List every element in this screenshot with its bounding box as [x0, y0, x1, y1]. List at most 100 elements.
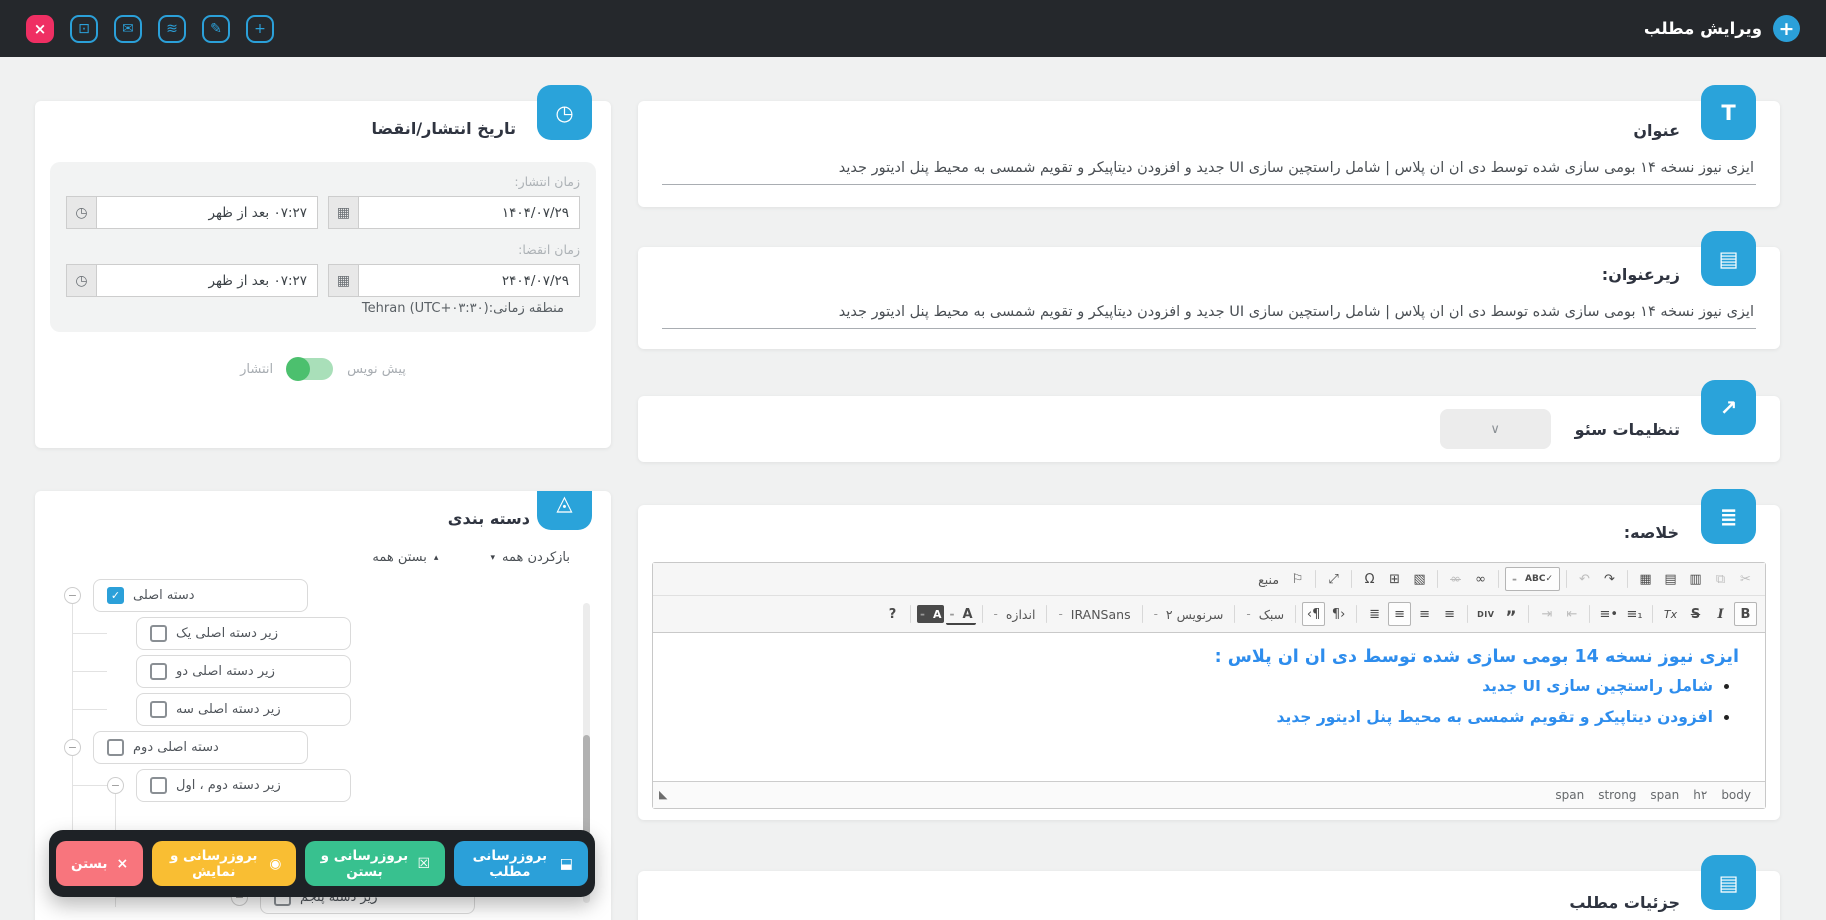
element-path-item[interactable]: body [1721, 788, 1751, 802]
image-button[interactable]: ▧ [1408, 567, 1431, 591]
subtitle-input[interactable] [662, 298, 1756, 329]
link-button[interactable]: ∞ [1469, 567, 1492, 591]
category-item[interactable]: ✓ دسته اصلی دوم [93, 731, 308, 764]
source-button[interactable]: منبع [1253, 567, 1284, 591]
category-checkbox[interactable]: ✓ [107, 587, 124, 604]
toolbar-separator [1315, 570, 1316, 588]
clock-addon-icon[interactable]: ◷ [66, 264, 97, 297]
italic-button[interactable]: I [1709, 602, 1732, 626]
publish-date-input[interactable] [359, 196, 580, 229]
category-item[interactable]: ✓ دسته اصلی [93, 579, 308, 612]
category-checkbox[interactable]: ✓ [150, 625, 167, 642]
publish-toggle-row: پیش نویس انتشار [35, 358, 611, 380]
category-checkbox[interactable]: ✓ [150, 777, 167, 794]
size-dropdown[interactable]: اندازه [989, 602, 1041, 626]
update-and-close-button[interactable]: ☒ بروزرسانی و بستن [305, 841, 445, 886]
subtitle-card-label: زیرعنوان: [662, 265, 1680, 284]
maximize-button[interactable]: ⤢ [1322, 567, 1345, 591]
paste-text-button[interactable]: ▤ [1659, 567, 1682, 591]
publish-toggle[interactable] [287, 358, 333, 380]
button-icon: ☒ [417, 856, 430, 872]
special-char-button[interactable]: Ω [1358, 567, 1381, 591]
expire-time-label: زمان انقضا: [66, 242, 580, 257]
about-button[interactable]: ? [881, 602, 904, 626]
close-button[interactable]: × بستن [56, 841, 143, 886]
element-path-item[interactable]: strong [1598, 788, 1636, 802]
justify-button[interactable]: ≣ [1363, 602, 1386, 626]
category-item[interactable]: ✓ زیر دسته اصلی یک [136, 617, 351, 650]
format-dropdown[interactable]: سرنویس ۲ [1149, 602, 1229, 626]
collapse-node-icon[interactable]: − [107, 777, 124, 794]
align-center-button[interactable]: ≡ [1413, 602, 1436, 626]
shapes-icon: ◬ [537, 491, 592, 530]
monitor-icon[interactable]: ⊡ [70, 15, 98, 43]
expand-all-link[interactable]: بازکردن همه ▾ [490, 550, 570, 565]
cut-button: ✂ [1734, 567, 1757, 591]
bidi-rtl-button[interactable]: ‹¶ [1302, 602, 1325, 626]
text-color-button[interactable]: A [946, 605, 975, 625]
publish-time-input[interactable] [97, 196, 318, 229]
category-item[interactable]: ✓ زیر دسته اصلی سه [136, 693, 351, 726]
strikethrough-button[interactable]: S [1684, 602, 1707, 626]
expire-time-input[interactable] [97, 264, 318, 297]
font-dropdown[interactable]: IRANSans [1053, 602, 1135, 626]
chevron-down-icon: ∨ [1490, 421, 1500, 437]
category-checkbox[interactable]: ✓ [150, 701, 167, 718]
styles-dropdown[interactable]: سبک [1241, 602, 1289, 626]
collapse-node-icon[interactable]: − [64, 739, 81, 756]
publish-inputs-row: ▦ ◷ [66, 196, 580, 229]
element-path-item[interactable]: span [1555, 788, 1584, 802]
unlink-button: ∞ [1444, 567, 1467, 591]
blockquote-button[interactable]: ” [1499, 602, 1522, 626]
category-checkbox[interactable]: ✓ [150, 663, 167, 680]
paste-word-button[interactable]: ▦ [1634, 567, 1657, 591]
element-path-item[interactable]: span [1650, 788, 1679, 802]
paste-button[interactable]: ▥ [1684, 567, 1707, 591]
close-icon[interactable]: × [26, 15, 54, 43]
div-container-button[interactable]: DIV [1474, 602, 1497, 626]
edit-icon[interactable]: ✎ [202, 15, 230, 43]
chat-icon[interactable]: ✉ [114, 15, 142, 43]
spellcheck-dropdown[interactable]: ABC✓ [1505, 567, 1560, 591]
numbered-list-button[interactable]: ≡₁ [1623, 602, 1646, 626]
category-checkbox[interactable]: ✓ [107, 739, 124, 756]
update-post-button[interactable]: ⬓ بروزرسانی مطلب [454, 841, 588, 886]
undo-button[interactable]: ↷ [1598, 567, 1621, 591]
collapse-node-icon[interactable]: − [64, 587, 81, 604]
add-post-icon[interactable]: + [1773, 15, 1800, 42]
redo-button: ↶ [1573, 567, 1596, 591]
collapse-all-link[interactable]: ▴ بستن همه [372, 550, 438, 565]
editor-toolbar-row1: ✂ ⧉ ▥ ▤ ▦ ↷ ↶ [653, 563, 1765, 596]
element-path: span strong span h۲ body [1555, 788, 1751, 802]
anchor-icon[interactable]: ⚐ [1286, 567, 1309, 591]
align-left-button[interactable]: ≡ [1388, 602, 1411, 626]
bold-button[interactable]: B [1734, 602, 1757, 626]
tree-scrollbar-thumb[interactable] [583, 735, 590, 835]
category-label: زیر دسته اصلی یک [176, 626, 278, 641]
seo-expand-button[interactable]: ∨ [1440, 409, 1551, 449]
update-and-view-button[interactable]: ◉ بروزرسانی و نمایش [152, 841, 296, 886]
calendar-icon[interactable]: ▦ [328, 264, 359, 297]
expire-date-group: ▦ [328, 264, 580, 297]
table-button[interactable]: ⊞ [1383, 567, 1406, 591]
resize-grip-icon[interactable]: ◣ [659, 788, 667, 801]
clock-addon-icon[interactable]: ◷ [66, 196, 97, 229]
title-input[interactable] [662, 154, 1756, 185]
toolbar-separator [1437, 570, 1438, 588]
timezone-line: منطقه زمانی:(UTC+۰۳:۳۰) Tehran [82, 301, 564, 316]
calendar-icon[interactable]: ▦ [328, 196, 359, 229]
element-path-item[interactable]: h۲ [1693, 788, 1707, 802]
triangle-down-icon: ▾ [490, 553, 495, 563]
editor-content[interactable]: ایزی نیوز نسخه 14 بومی سازی شده توسط دی … [653, 633, 1765, 781]
expire-date-input[interactable] [359, 264, 580, 297]
remove-format-button[interactable]: Tx [1659, 602, 1682, 626]
bullet-list-button[interactable]: ≡• [1596, 602, 1621, 626]
bg-color-button[interactable]: A [917, 605, 945, 623]
toolbar-separator [1652, 605, 1653, 623]
category-item[interactable]: ✓ زیر دسته اصلی دو [136, 655, 351, 688]
align-right-button[interactable]: ≡ [1438, 602, 1461, 626]
bidi-ltr-button[interactable]: ¶› [1327, 602, 1350, 626]
category-item[interactable]: ✓ زیر دسته دوم ، اول [136, 769, 351, 802]
layers-icon[interactable]: ≋ [158, 15, 186, 43]
add-icon[interactable]: + [246, 15, 274, 43]
